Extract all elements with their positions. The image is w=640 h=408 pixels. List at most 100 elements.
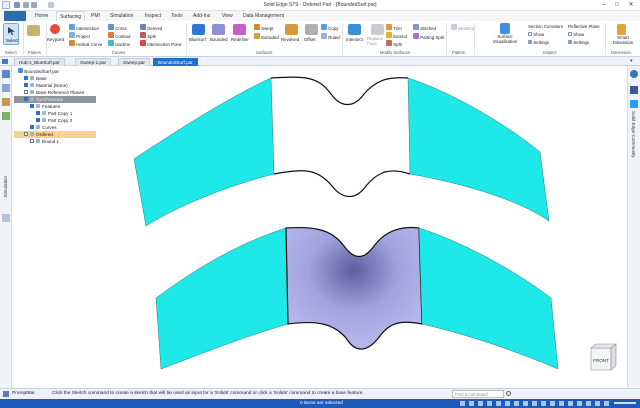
tree-item[interactable]: Base	[14, 75, 96, 82]
stitched-button[interactable]: Stitched	[413, 24, 436, 31]
tree-item[interactable]: Base Reference Planes	[14, 89, 96, 96]
planes-icon[interactable]	[27, 25, 40, 36]
lower-left-surface[interactable]	[155, 227, 289, 370]
tree-item[interactable]: Bound 1	[14, 138, 96, 145]
bluesurf-icon[interactable]	[192, 24, 205, 35]
offset-icon[interactable]	[305, 24, 318, 35]
split-button[interactable]: Split	[386, 40, 402, 47]
intersection-point-button[interactable]: Intersection Point	[140, 40, 181, 47]
tab-menu-icon[interactable]	[2, 59, 8, 64]
cross-button[interactable]: Cross	[108, 24, 127, 31]
zoom-slider[interactable]	[614, 402, 636, 404]
select-button[interactable]: Select	[3, 23, 19, 45]
keypoint-button[interactable]: Keypoint	[47, 37, 64, 42]
checkbox-icon[interactable]	[24, 76, 28, 80]
tree-item[interactable]: Ordered	[14, 131, 96, 138]
checkbox-icon[interactable]	[24, 83, 28, 87]
tab-surfacing[interactable]: Surfacing	[56, 11, 86, 21]
close-button[interactable]: ✕	[625, 1, 637, 9]
surface-visualization-button[interactable]: Surface Visualization	[485, 34, 525, 44]
checkbox-icon[interactable]	[30, 104, 34, 108]
ruled-button[interactable]: Ruled	[321, 33, 340, 40]
checkbox-icon[interactable]	[24, 90, 28, 94]
lower-right-surface[interactable]	[418, 227, 559, 370]
status-tool-icons[interactable]	[460, 401, 610, 406]
file-tab[interactable]	[4, 11, 26, 21]
tab-add-ins[interactable]: Add-Ins	[190, 11, 213, 21]
keypoint-curve-icon[interactable]	[50, 24, 60, 34]
doc-tab-sweep-1[interactable]: Sweep-1.par	[75, 58, 112, 66]
view-orientation-cube[interactable]: FRONT	[590, 343, 617, 371]
help-icon[interactable]	[630, 70, 638, 78]
swept-button[interactable]: Swept	[254, 24, 273, 31]
bounded-surface[interactable]	[285, 226, 423, 350]
sensor-icon[interactable]	[2, 112, 10, 120]
twitter-icon[interactable]	[630, 100, 638, 108]
section-curvature-settings-button[interactable]: Settings	[528, 40, 549, 45]
tree-root[interactable]: BoundedSurf.par	[14, 68, 96, 75]
project-button[interactable]: Project	[69, 32, 90, 39]
doc-tab-hub-bluesurf[interactable]: Hub-1_BlueSurf.par	[14, 58, 65, 66]
intersect-icon[interactable]	[348, 24, 361, 35]
replace-face-icon[interactable]	[371, 24, 384, 35]
tree-item[interactable]: Features	[14, 103, 96, 110]
tree-item[interactable]: Curves	[14, 124, 96, 131]
checkbox-icon[interactable]	[24, 97, 28, 101]
offset-button[interactable]: Offset	[304, 37, 316, 42]
tree-item[interactable]: Material (None)	[14, 82, 96, 89]
isocline-button[interactable]: Isocline	[108, 40, 130, 47]
tab-inspect[interactable]: Inspect	[142, 11, 164, 21]
intersection-button[interactable]: Intersection	[69, 24, 99, 31]
library-icon[interactable]	[2, 98, 10, 106]
tab-list-chevron-icon[interactable]: ▾	[630, 58, 633, 64]
layers-icon[interactable]	[2, 84, 10, 92]
surface-visualization-icon[interactable]	[500, 23, 510, 34]
checkbox-icon[interactable]	[24, 132, 28, 136]
intersect-button[interactable]: Intersect	[346, 37, 363, 42]
prompt-bar-toggle-icon[interactable]	[3, 391, 9, 397]
contour-button[interactable]: Contour	[108, 32, 131, 39]
tab-tools[interactable]: Tools	[168, 11, 186, 21]
minimize-button[interactable]: –	[598, 1, 610, 9]
smart-dimension-icon[interactable]	[617, 24, 626, 35]
extruded-button[interactable]: Extruded	[254, 33, 279, 40]
reflective-plane-settings-button[interactable]: Settings	[568, 40, 589, 45]
tab-home[interactable]: Home	[32, 11, 51, 21]
bluesurf-button[interactable]: BlueSurf	[189, 37, 206, 42]
facebook-icon[interactable]	[630, 86, 638, 94]
tree-item[interactable]: Synchronous	[14, 96, 96, 103]
trim-button[interactable]: Trim	[386, 24, 402, 31]
close-tab-icon[interactable]: ✕	[202, 58, 206, 64]
tab-view[interactable]: View	[219, 11, 236, 21]
tree-item[interactable]: Part Copy 1	[14, 110, 96, 117]
graphics-window[interactable]: FRONT	[96, 66, 626, 388]
copy-button[interactable]: Copy	[321, 24, 338, 31]
upper-right-surface[interactable]	[407, 77, 550, 222]
derived-button[interactable]: Derived	[140, 24, 162, 31]
pathfinder-icon[interactable]	[2, 70, 10, 78]
helical-curve-button[interactable]: Helical Curve	[69, 40, 102, 47]
upper-left-surface[interactable]	[133, 77, 275, 227]
section-curvature-show-button[interactable]: Show	[528, 32, 544, 37]
tab-simulation[interactable]: Simulation	[107, 11, 136, 21]
revolved-icon[interactable]	[285, 24, 298, 35]
smart-dimension-button[interactable]: Smart Dimension	[608, 35, 638, 45]
checkbox-icon[interactable]	[30, 139, 34, 143]
doc-tab-sweep[interactable]: Sweep.par	[118, 58, 150, 66]
parting-split-button[interactable]: Parting Split	[413, 33, 444, 40]
extend-button[interactable]: Extend	[386, 32, 407, 39]
split-curve-button[interactable]: Split	[140, 32, 156, 39]
community-panel-label[interactable]: Solid Edge Community	[631, 111, 636, 158]
revolved-button[interactable]: Revolved	[281, 37, 299, 42]
checkbox-icon[interactable]	[36, 111, 40, 115]
maximize-button[interactable]: □	[611, 1, 623, 9]
redefine-button[interactable]: Redefine	[231, 37, 249, 42]
redefine-icon[interactable]	[233, 24, 246, 35]
tree-item[interactable]: Part Copy 2	[14, 117, 96, 124]
search-icon[interactable]	[506, 391, 511, 396]
bounded-button[interactable]: Bounded	[210, 37, 228, 42]
tab-data-management[interactable]: Data Management	[240, 11, 287, 21]
bounded-icon[interactable]	[212, 24, 225, 35]
simulation-panel-label[interactable]: Simulation	[3, 176, 8, 197]
checkbox-icon[interactable]	[36, 118, 40, 122]
